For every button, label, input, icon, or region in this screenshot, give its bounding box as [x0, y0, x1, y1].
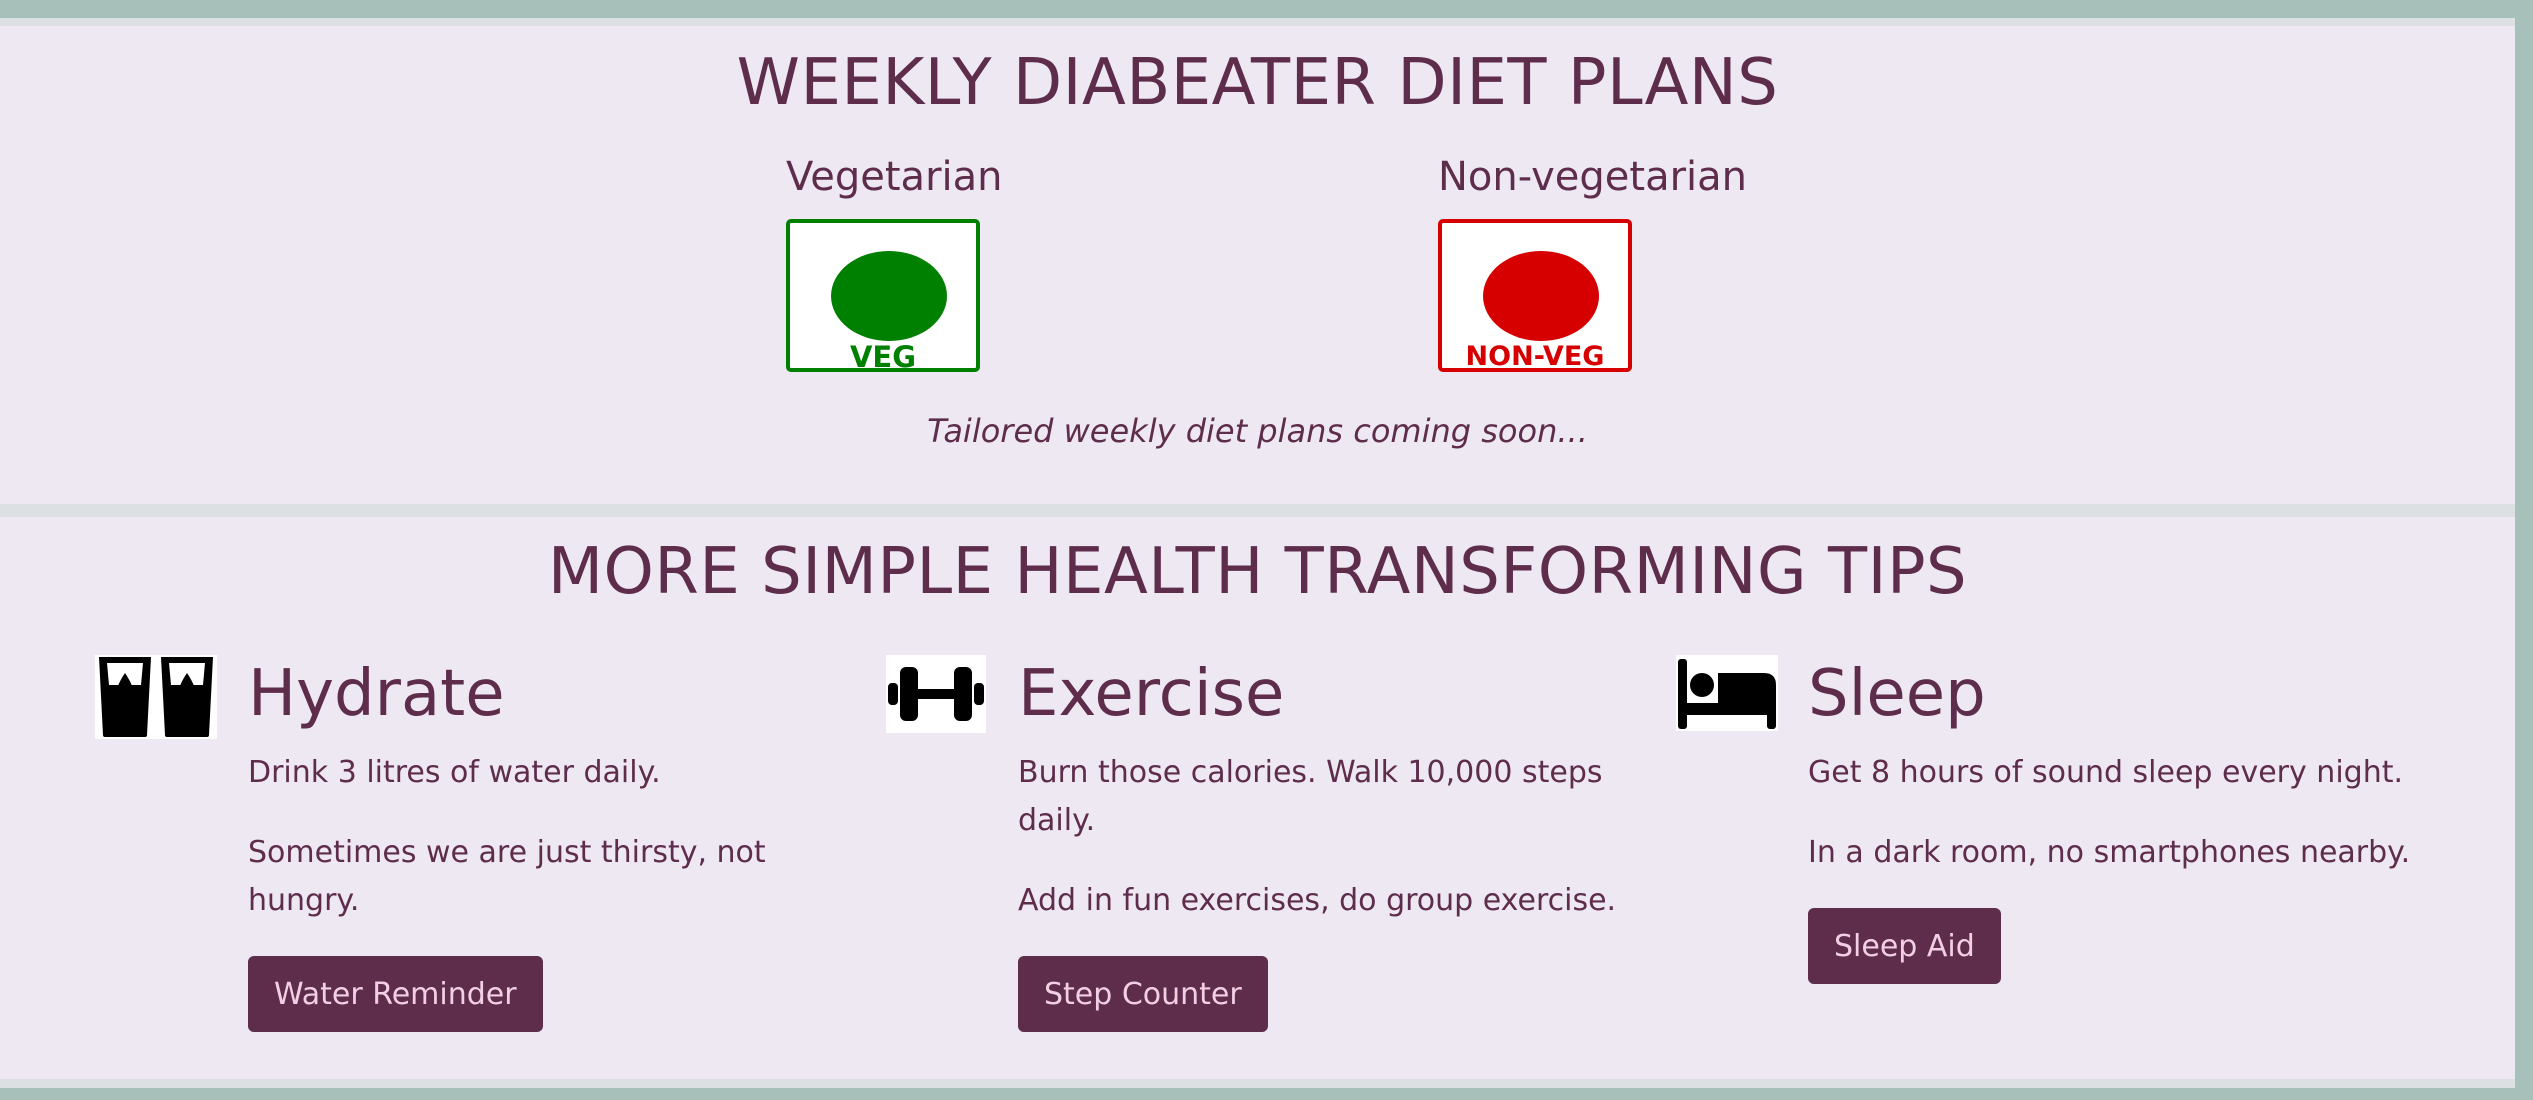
- veg-badge-text: VEG: [849, 340, 917, 374]
- bed-icon: [1676, 655, 1778, 731]
- hydrate-line-2: Sometimes we are just thirsty, not hungr…: [248, 835, 766, 918]
- veg-dot-icon: [831, 251, 947, 341]
- water-glasses-icon: [95, 655, 217, 739]
- hydrate-title: Hydrate: [248, 657, 505, 731]
- sleep-line-2: In a dark room, no smartphones nearby.: [1808, 835, 2411, 870]
- sleep-aid-button[interactable]: Sleep Aid: [1808, 908, 2001, 984]
- diet-plans-title: WEEKLY DIABEATER DIET PLANS: [736, 46, 1779, 120]
- vegetarian-plan-button[interactable]: VEG: [786, 219, 980, 374]
- health-tips-title: MORE SIMPLE HEALTH TRANSFORMING TIPS: [547, 535, 1968, 609]
- exercise-title: Exercise: [1018, 657, 1285, 731]
- exercise-line-1: Burn those calories. Walk 10,000 steps d…: [1018, 755, 1603, 838]
- dumbbell-icon: [886, 655, 986, 733]
- non-vegetarian-plan-button[interactable]: NON-VEG: [1438, 219, 1632, 372]
- scrollbar-track[interactable]: [2515, 26, 2533, 1086]
- hydrate-line-1: Drink 3 litres of water daily.: [248, 755, 661, 790]
- water-reminder-button[interactable]: Water Reminder: [248, 956, 543, 1032]
- divider-bottom: [0, 1079, 2515, 1088]
- sleep-title: Sleep: [1808, 657, 1986, 731]
- page-frame: WEEKLY DIABEATER DIET PLANS Vegetarian V…: [0, 0, 2533, 1100]
- step-counter-button[interactable]: Step Counter: [1018, 956, 1268, 1032]
- non-veg-badge-text: NON-VEG: [1465, 341, 1605, 372]
- non-veg-dot-icon: [1483, 251, 1599, 341]
- exercise-line-2: Add in fun exercises, do group exercise.: [1018, 883, 1617, 918]
- health-tips-section: MORE SIMPLE HEALTH TRANSFORMING TIPS Hyd…: [0, 517, 2515, 1079]
- coming-soon-note: Tailored weekly diet plans coming soon..…: [927, 412, 1588, 450]
- diet-plans-section: WEEKLY DIABEATER DIET PLANS Vegetarian V…: [0, 26, 2515, 504]
- sleep-line-1: Get 8 hours of sound sleep every night.: [1808, 755, 2404, 790]
- vegetarian-label: Vegetarian: [786, 154, 1003, 200]
- non-vegetarian-label: Non-vegetarian: [1438, 154, 1748, 200]
- divider-middle: [0, 504, 2515, 517]
- divider-top: [0, 18, 2515, 26]
